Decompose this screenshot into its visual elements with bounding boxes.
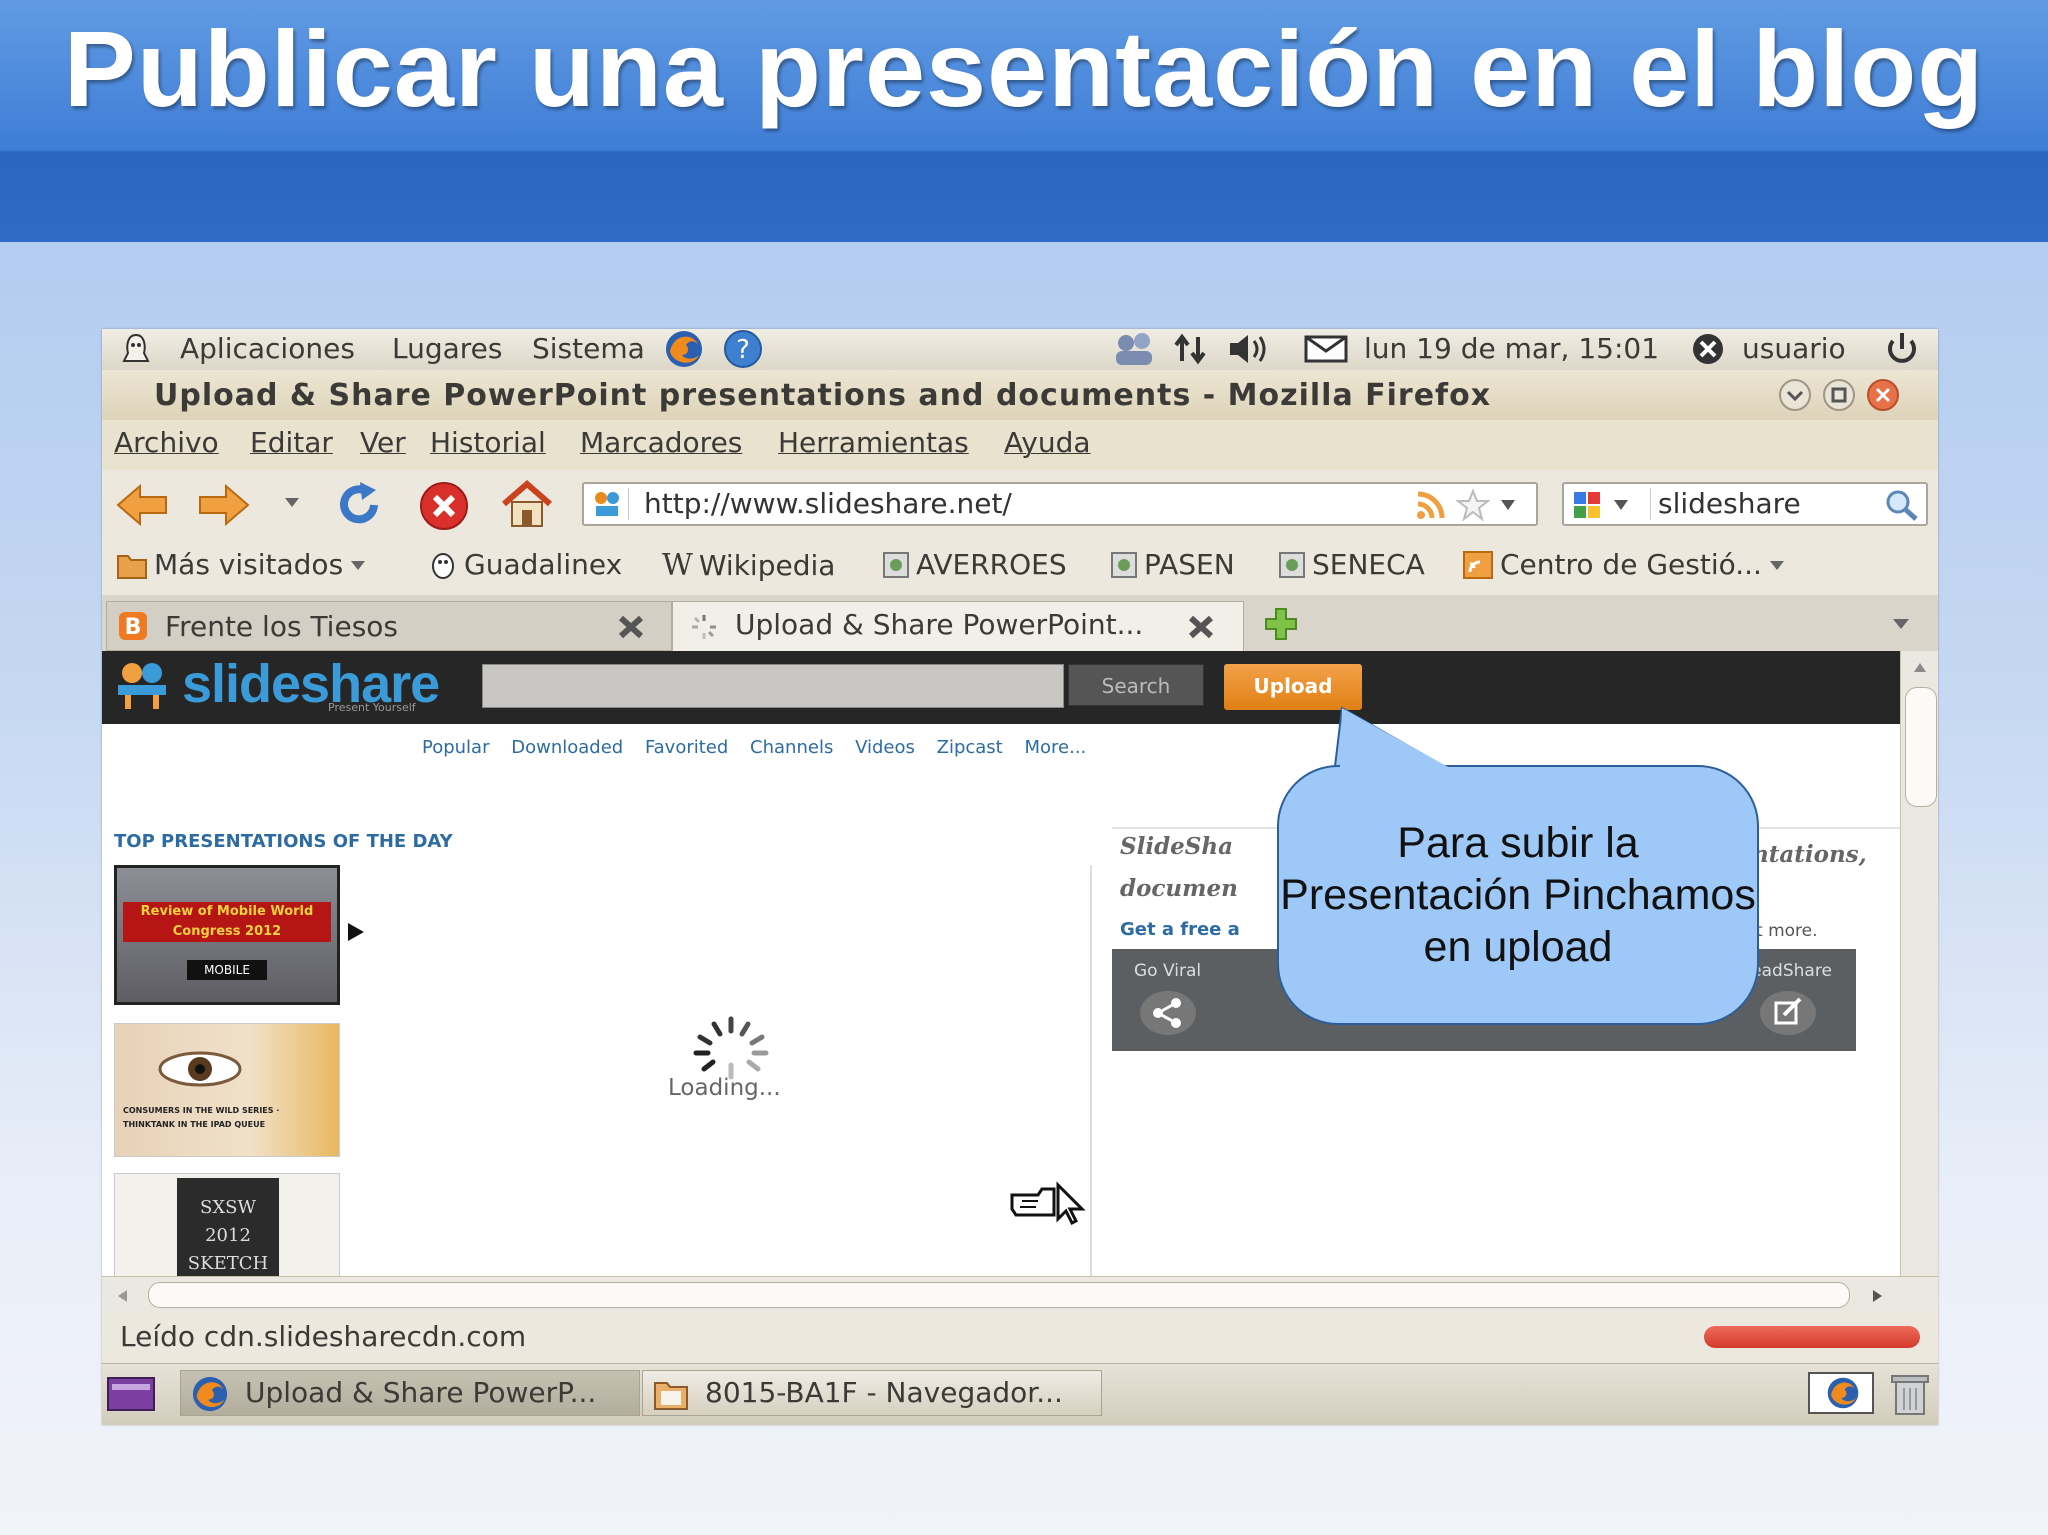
callout-bubble [1277, 706, 1759, 1025]
callout-text: Para subir la Presentación Pinchamos en … [1280, 819, 1756, 971]
